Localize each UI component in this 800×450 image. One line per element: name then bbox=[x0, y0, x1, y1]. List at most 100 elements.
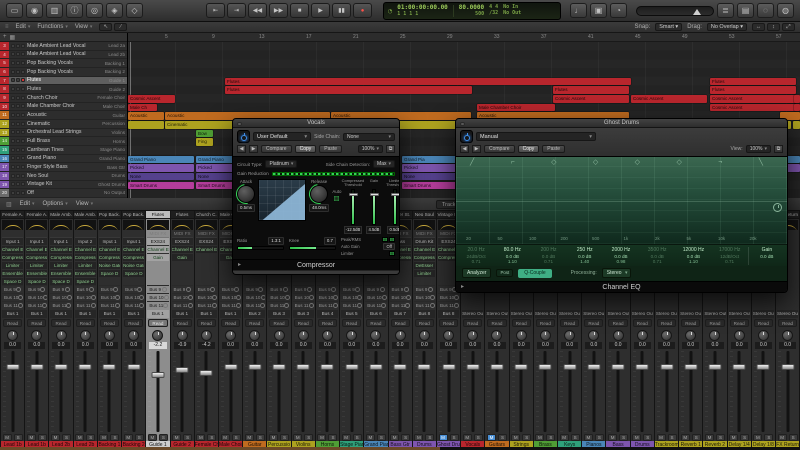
volume-value[interactable]: 0.0 bbox=[585, 342, 603, 349]
pan-knob[interactable] bbox=[515, 329, 527, 341]
fader-handle[interactable] bbox=[587, 363, 601, 370]
region[interactable] bbox=[794, 103, 800, 112]
send-slot[interactable]: Bus 9 bbox=[2, 285, 24, 293]
pan-knob[interactable] bbox=[249, 329, 261, 341]
send-knob[interactable] bbox=[427, 287, 433, 292]
send-knob[interactable] bbox=[187, 295, 193, 300]
automation-mode-button[interactable]: Read bbox=[681, 319, 701, 327]
fader-track[interactable] bbox=[364, 351, 388, 432]
send-slot[interactable]: Bus 9 bbox=[123, 285, 145, 293]
region[interactable]: Acoustic bbox=[128, 112, 164, 120]
mute-button[interactable]: M bbox=[414, 433, 424, 441]
automation-mode-button[interactable]: Read bbox=[99, 319, 120, 327]
output-slot[interactable]: Stereo Out bbox=[728, 310, 750, 318]
volume-value[interactable]: 0.0 bbox=[464, 342, 482, 349]
send-slot[interactable]: Bus 10 bbox=[74, 293, 96, 301]
meter-slider-handle[interactable] bbox=[349, 193, 359, 197]
band-q[interactable]: 1.10 bbox=[494, 259, 530, 265]
solo-button[interactable]: S bbox=[255, 433, 265, 441]
send-knob[interactable] bbox=[331, 287, 337, 292]
volume-value[interactable]: 0.0 bbox=[657, 342, 676, 349]
audio-fx-slot[interactable]: Channel EQ bbox=[123, 245, 145, 253]
send-slot[interactable]: Bus 10 bbox=[389, 293, 411, 301]
mute-button[interactable] bbox=[11, 87, 15, 92]
record-enable-button[interactable] bbox=[21, 78, 25, 83]
solo-button[interactable]: S bbox=[546, 433, 556, 441]
mute-button[interactable]: M bbox=[293, 433, 303, 441]
track-row[interactable]: 16 Grand Piano Grand Piano bbox=[0, 154, 127, 164]
eq-thumbnail[interactable] bbox=[50, 220, 72, 230]
fader-track[interactable] bbox=[194, 351, 218, 432]
mute-button[interactable]: M bbox=[390, 433, 400, 441]
output-slot[interactable]: Bus 7 bbox=[389, 310, 411, 318]
eq-band-readout[interactable]: 200 Hz 0.0 dB 0.71 bbox=[530, 247, 566, 265]
automation-mode-button[interactable]: Read bbox=[220, 319, 241, 327]
output-slot[interactable]: Bus 8 bbox=[413, 310, 435, 318]
solo-button[interactable] bbox=[16, 147, 20, 152]
side-chain-select[interactable]: None ▾ bbox=[343, 132, 395, 141]
solo-button[interactable]: S bbox=[594, 433, 604, 441]
rms-toggle[interactable] bbox=[389, 236, 395, 242]
pointer-tool-button[interactable]: ↖ bbox=[99, 23, 113, 31]
close-icon[interactable] bbox=[237, 121, 242, 126]
snap-select[interactable]: Smart ▾ bbox=[655, 23, 683, 31]
mute-button[interactable]: M bbox=[26, 433, 36, 441]
eq-thumbnail[interactable] bbox=[195, 220, 217, 230]
eq-thumbnail[interactable] bbox=[74, 220, 96, 230]
automation-mode-button[interactable]: Read bbox=[729, 319, 749, 327]
strip-name[interactable]: Pop Back. bbox=[122, 211, 146, 219]
fader-track[interactable] bbox=[727, 351, 751, 432]
send-slot[interactable]: Bus 9 bbox=[244, 285, 266, 293]
meter-bar[interactable] bbox=[370, 189, 380, 225]
solo-button[interactable]: S bbox=[449, 433, 459, 441]
record-enable-button[interactable] bbox=[21, 87, 25, 92]
send-knob[interactable] bbox=[235, 303, 241, 308]
knee-value[interactable]: 0.7 bbox=[323, 236, 336, 245]
automation-mode-button[interactable]: Read bbox=[317, 319, 338, 327]
solo-button[interactable]: S bbox=[37, 433, 47, 441]
mute-button[interactable]: M bbox=[220, 433, 230, 441]
mute-button[interactable]: M bbox=[680, 433, 690, 441]
toolbox-icon[interactable]: ◈ bbox=[106, 3, 123, 18]
mute-button[interactable]: M bbox=[172, 433, 182, 441]
volume-value[interactable]: 0.0 bbox=[512, 342, 530, 349]
fader-track[interactable] bbox=[97, 351, 122, 432]
send-knob[interactable] bbox=[405, 295, 411, 300]
send-knob[interactable] bbox=[429, 303, 435, 308]
send-knob[interactable] bbox=[185, 287, 191, 292]
fader-track[interactable] bbox=[776, 351, 800, 432]
solo-button[interactable]: S bbox=[158, 433, 168, 441]
mute-button[interactable]: M bbox=[2, 433, 12, 441]
fader-handle[interactable] bbox=[54, 363, 68, 370]
audio-fx-slot[interactable]: DeEsser bbox=[413, 261, 435, 269]
fader-track[interactable] bbox=[751, 351, 775, 432]
ratio-slider[interactable] bbox=[237, 245, 284, 250]
send-knob[interactable] bbox=[236, 295, 242, 300]
inspector-icon[interactable]: ⓘ bbox=[66, 3, 83, 18]
automation-mode-button[interactable]: Read bbox=[366, 319, 386, 327]
record-enable-button[interactable] bbox=[21, 190, 25, 195]
send-slot[interactable]: Bus 11 bbox=[341, 301, 363, 309]
mute-button[interactable]: M bbox=[99, 433, 109, 441]
volume-value[interactable]: 0.0 bbox=[28, 342, 46, 349]
track-row[interactable]: 11 Acoustic Guitar bbox=[0, 111, 127, 120]
fader-track[interactable] bbox=[170, 351, 194, 432]
strip-name[interactable]: Flutes bbox=[146, 211, 170, 219]
add-track-icon[interactable]: + bbox=[3, 34, 7, 40]
send-slot[interactable]: Bus 11 bbox=[74, 301, 96, 309]
mute-button[interactable]: M bbox=[317, 433, 327, 441]
send-knob[interactable] bbox=[66, 303, 72, 308]
track-row[interactable]: 9 Church Choir Female Choir bbox=[0, 93, 127, 103]
send-slot[interactable]: Bus 10 bbox=[98, 293, 121, 301]
automation-mode-button[interactable]: Read bbox=[342, 319, 362, 327]
drag-handle-icon[interactable]: ≡ bbox=[5, 24, 9, 30]
automation-mode-button[interactable]: Read bbox=[293, 319, 313, 327]
mute-button[interactable]: M bbox=[753, 433, 763, 441]
audio-fx-slot[interactable]: Compressor bbox=[74, 253, 96, 261]
send-knob[interactable] bbox=[16, 287, 22, 292]
region[interactable]: Fing bbox=[196, 138, 213, 146]
solo-icon[interactable]: ▣ bbox=[590, 3, 607, 18]
send-slot[interactable]: Bus 9 bbox=[292, 285, 314, 293]
channel-strip[interactable]: Female A. Input 1Channel EQCompressorLimi… bbox=[25, 211, 49, 450]
send-knob[interactable] bbox=[187, 303, 193, 308]
